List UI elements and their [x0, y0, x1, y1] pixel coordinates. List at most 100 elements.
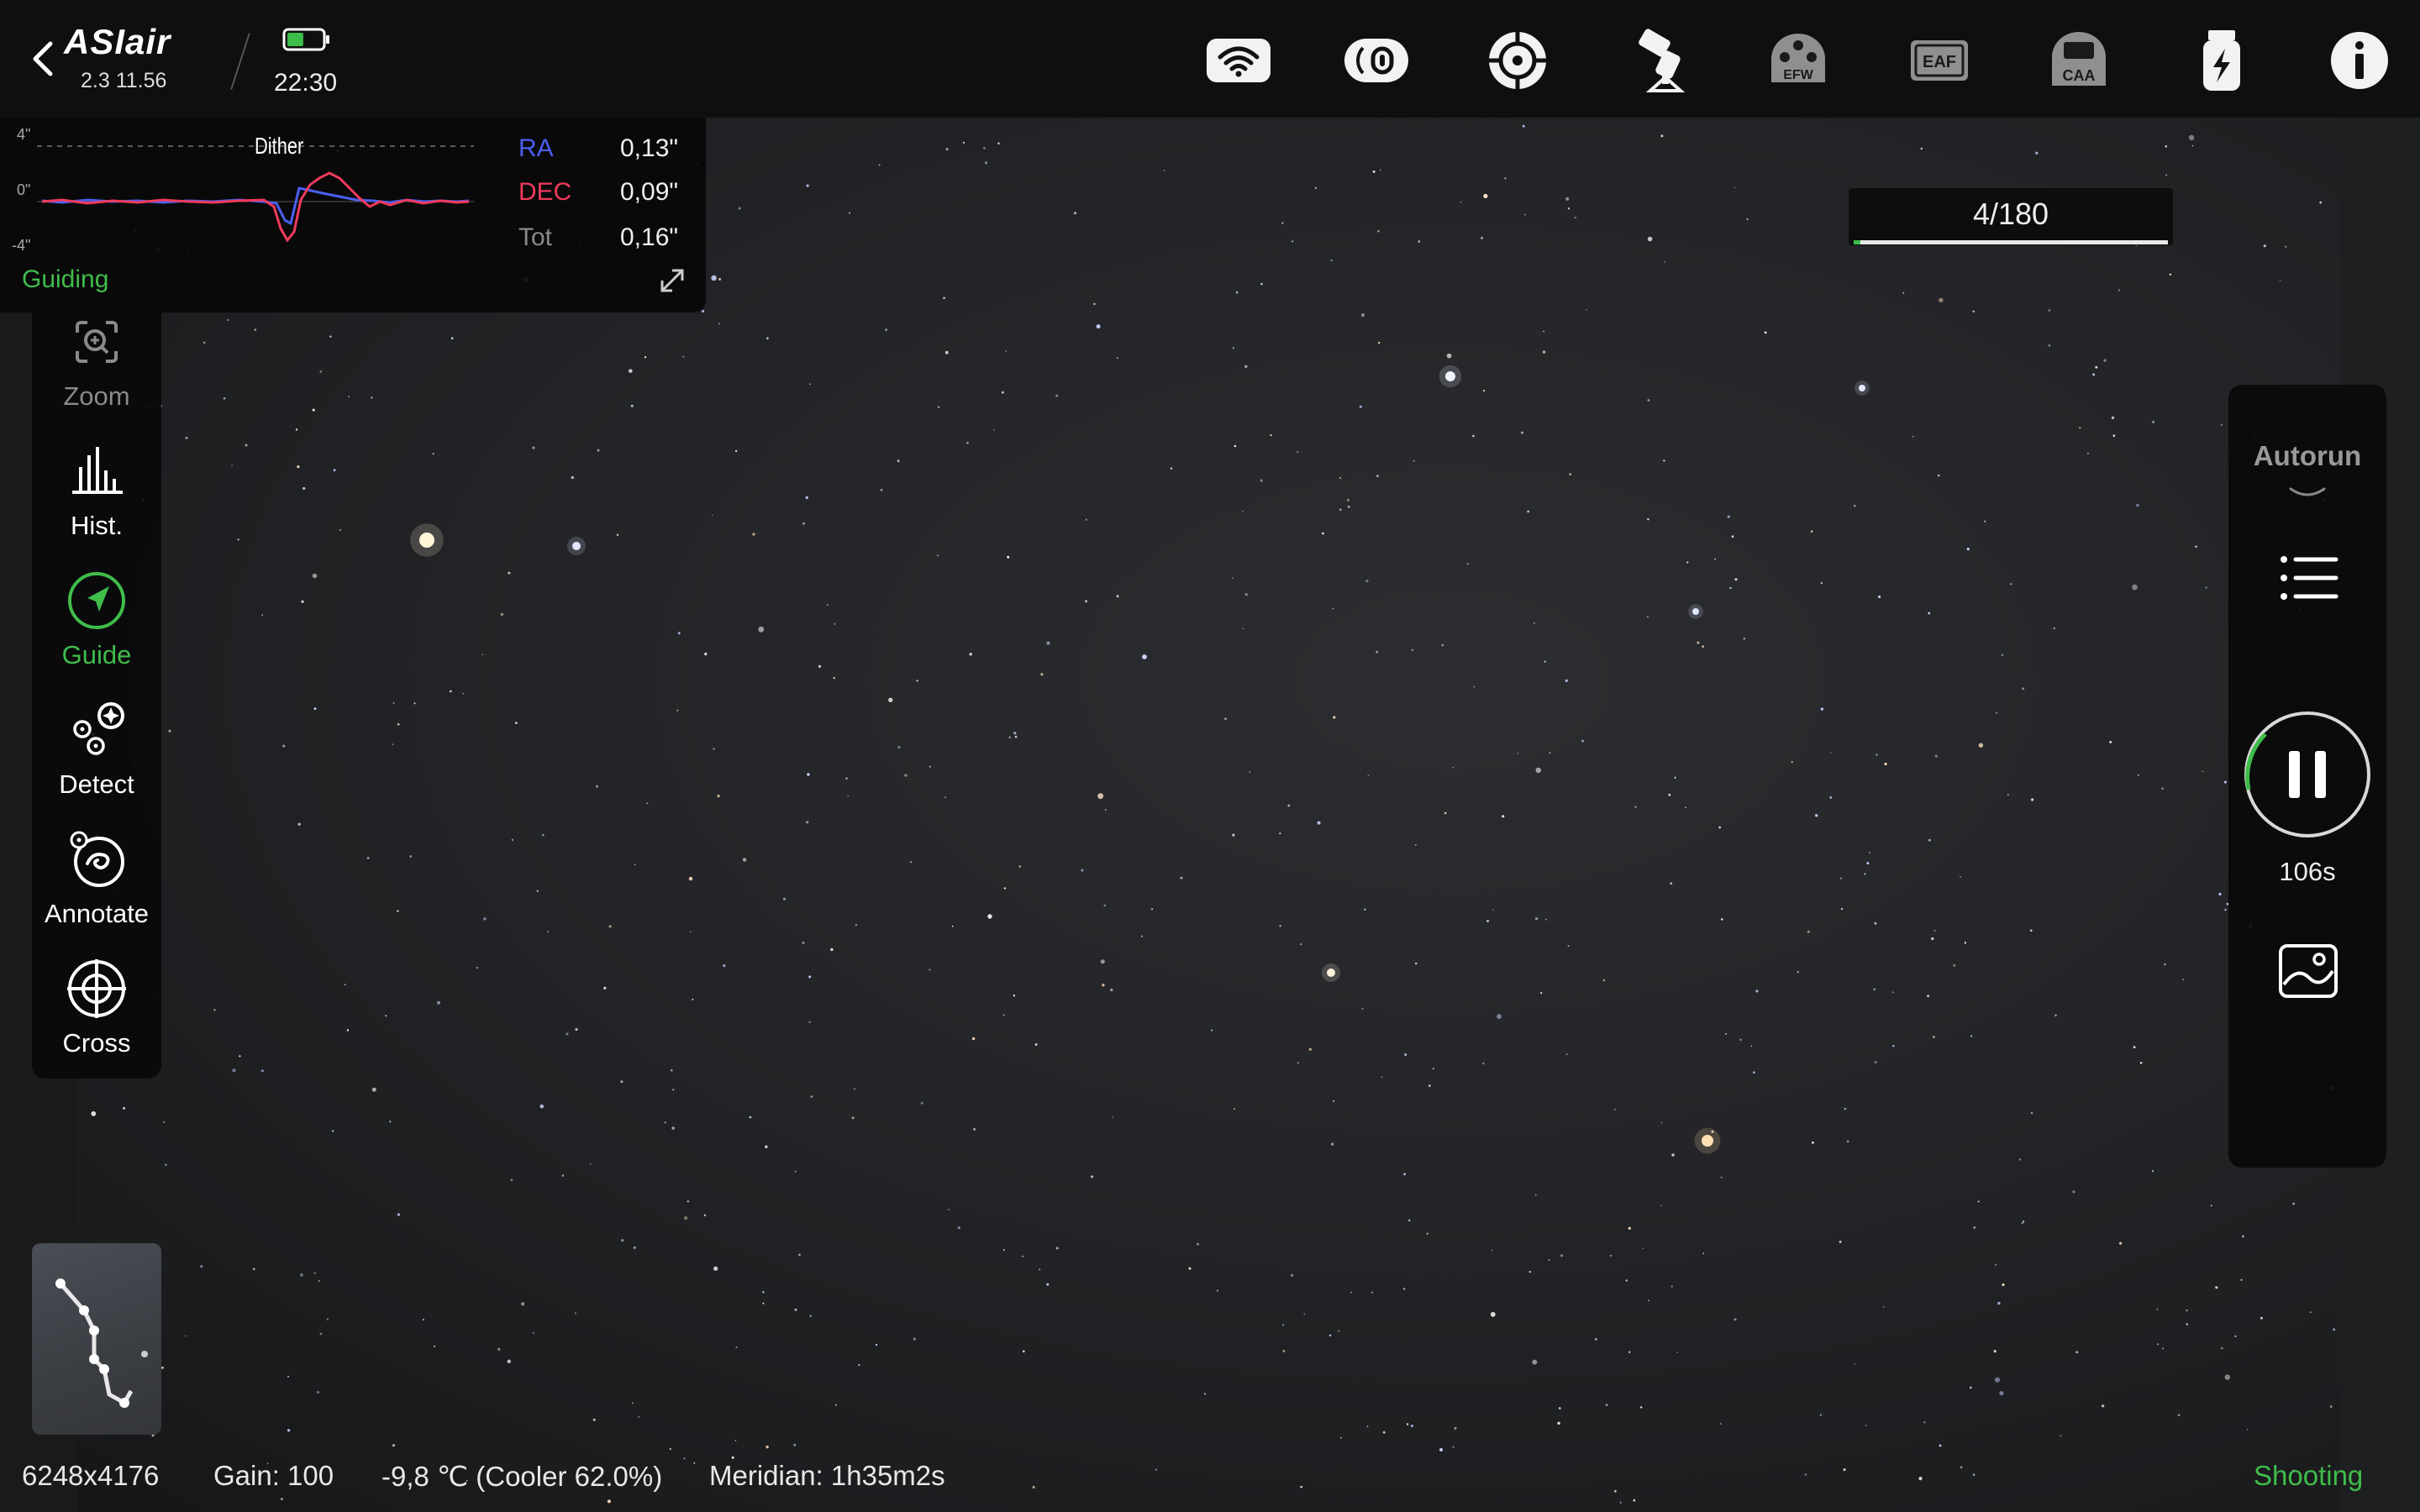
star	[261, 614, 263, 616]
star	[200, 1265, 203, 1268]
expand-graph-button[interactable]	[655, 264, 689, 297]
power-button[interactable]	[2186, 25, 2257, 96]
crosshair-tool[interactable]: Cross	[32, 954, 161, 1080]
star	[765, 1145, 768, 1148]
star	[287, 1429, 291, 1432]
wifi-button[interactable]	[1203, 25, 1274, 96]
back-button[interactable]	[25, 34, 62, 84]
star	[2292, 1202, 2295, 1205]
star	[692, 998, 694, 1000]
gallery-button[interactable]	[2277, 942, 2339, 1000]
star	[713, 748, 715, 750]
star	[1548, 1258, 1550, 1261]
star	[1996, 711, 1998, 714]
star	[1151, 908, 1154, 911]
wifi-icon	[1207, 39, 1270, 82]
star	[1100, 959, 1105, 964]
caa-icon: CAA	[2052, 32, 2106, 86]
star	[91, 1110, 97, 1116]
star	[2086, 452, 2090, 454]
star	[646, 802, 649, 805]
tot-value: 0,16"	[620, 223, 679, 251]
battery-icon	[282, 28, 329, 51]
star	[2161, 787, 2164, 790]
annotate-tool[interactable]: Annotate	[32, 825, 161, 951]
zoom-tool[interactable]: Zoom	[32, 307, 161, 433]
star	[2188, 134, 2195, 140]
bright-star	[1445, 371, 1455, 381]
guide-tool[interactable]: Guide	[32, 566, 161, 692]
star	[1791, 761, 1793, 764]
eaf-button[interactable]: EAF	[1904, 25, 1975, 96]
star	[1466, 563, 1470, 565]
star	[437, 1000, 440, 1005]
star	[1055, 1247, 1059, 1250]
mount-button[interactable]	[1623, 25, 1694, 96]
star	[160, 1366, 164, 1369]
star	[1997, 1301, 2001, 1305]
star	[2075, 1351, 2079, 1354]
camera-button[interactable]	[1341, 25, 1412, 96]
star	[833, 677, 835, 680]
star	[1333, 1100, 1335, 1102]
star	[521, 1302, 525, 1306]
star	[1074, 212, 1076, 215]
star	[1972, 310, 1975, 312]
star	[1633, 1499, 1636, 1502]
star	[616, 533, 619, 536]
star	[2022, 1221, 2025, 1223]
star	[808, 975, 812, 979]
star	[806, 184, 809, 187]
star	[1380, 169, 1381, 171]
star	[1378, 341, 1381, 344]
star	[858, 1363, 860, 1367]
star	[875, 1343, 878, 1347]
guiding-panel[interactable]: 4" 0" -4" Dither RA 0,13" DEC 0,09" Tot …	[0, 118, 706, 312]
star	[830, 948, 834, 952]
star	[1804, 1473, 1807, 1476]
star	[1096, 324, 1101, 329]
star	[1846, 1140, 1849, 1143]
star	[1993, 1350, 1996, 1353]
star	[1491, 1249, 1493, 1252]
detect-tool[interactable]: Detect	[32, 696, 161, 822]
star	[1524, 213, 1526, 216]
star	[1864, 873, 1866, 875]
star	[1668, 793, 1671, 796]
star	[1404, 1053, 1407, 1057]
star	[413, 702, 416, 705]
star	[904, 774, 908, 777]
star	[1873, 988, 1876, 991]
star	[2010, 583, 2012, 585]
star	[1557, 1421, 1560, 1425]
star	[944, 350, 949, 354]
star	[1815, 814, 1818, 817]
star	[1338, 1330, 1340, 1332]
guide-scope-button[interactable]	[1482, 25, 1553, 96]
star	[971, 1037, 976, 1041]
star	[1371, 1291, 1373, 1294]
sky-atlas-minimap[interactable]	[32, 1243, 161, 1435]
histogram-tool[interactable]: Hist.	[32, 437, 161, 563]
star	[497, 1347, 501, 1351]
mount-icon	[1639, 29, 1686, 92]
caa-button[interactable]: CAA	[2044, 25, 2114, 96]
star	[231, 465, 234, 466]
star	[2112, 434, 2116, 438]
guiding-status: Guiding	[22, 265, 109, 293]
efw-button[interactable]: EFW	[1763, 25, 1833, 96]
star	[672, 1089, 675, 1091]
star	[1428, 1084, 1431, 1087]
pause-icon	[2244, 711, 2370, 837]
autorun-title[interactable]: Autorun	[2228, 440, 2386, 472]
star	[1234, 444, 1237, 448]
info-button[interactable]	[2324, 25, 2395, 96]
star	[1102, 984, 1105, 987]
star	[1686, 561, 1689, 564]
chevron-down-icon[interactable]	[2287, 484, 2328, 502]
pause-button[interactable]	[2242, 709, 2373, 840]
star	[766, 337, 769, 340]
star	[515, 722, 518, 724]
clock: 22:30	[274, 69, 338, 97]
plan-list-button[interactable]	[2277, 551, 2339, 605]
